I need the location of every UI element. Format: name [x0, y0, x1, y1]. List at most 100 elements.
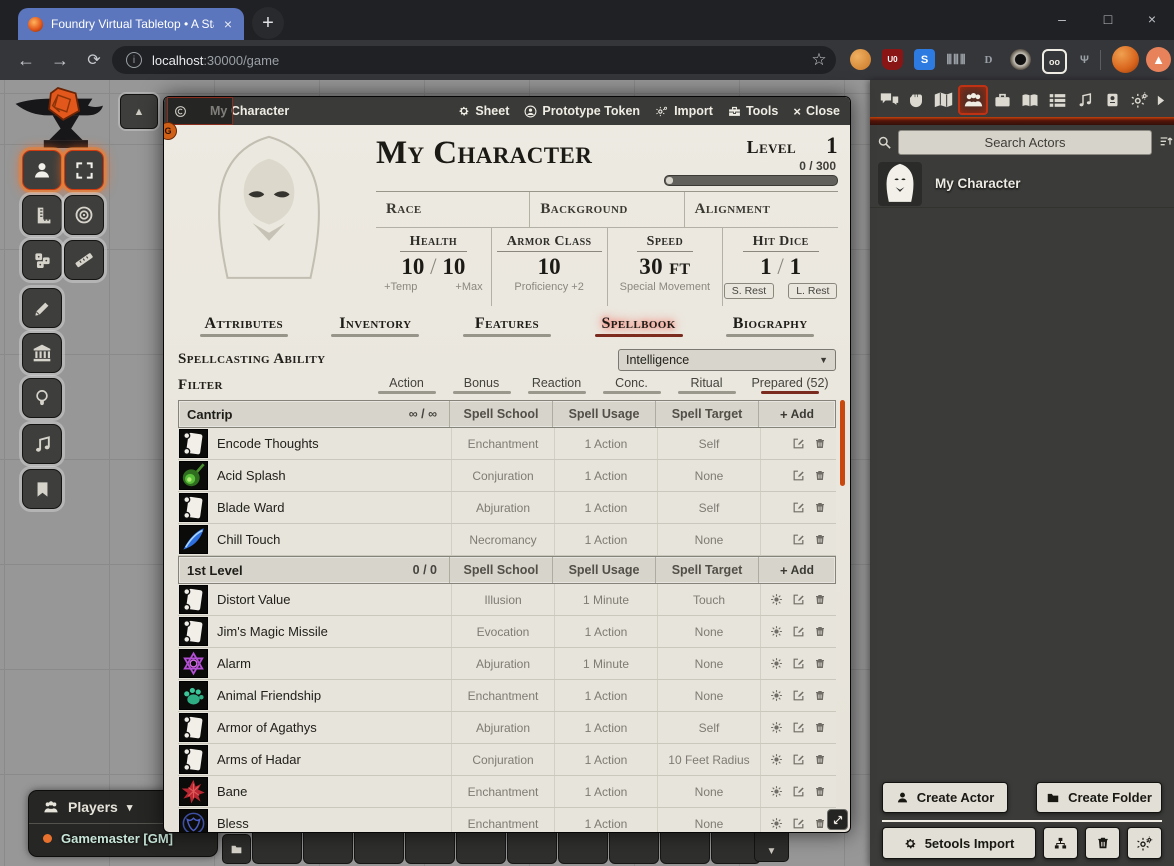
edit-spell-icon[interactable] [792, 533, 805, 546]
spell-name[interactable]: Alarm [217, 656, 251, 671]
tab-scenes[interactable] [931, 87, 957, 113]
spell-artwork-icon[interactable] [179, 713, 208, 742]
prepare-spell-icon[interactable] [770, 657, 783, 670]
hp-max[interactable]: 10 [442, 254, 465, 279]
spell-name-cell[interactable]: Alarm [178, 648, 451, 679]
create-actor-button[interactable]: Create Actor [882, 782, 1008, 813]
token-tool-button[interactable] [22, 150, 62, 190]
edit-spell-icon[interactable] [792, 501, 805, 514]
alignment-field[interactable]: Alignment [684, 192, 838, 227]
spell-name[interactable]: Arms of Hadar [217, 752, 301, 767]
extension-d-icon[interactable]: D [978, 49, 999, 70]
sheet-button[interactable]: Sheet [458, 104, 509, 119]
edit-spell-icon[interactable] [792, 721, 805, 734]
extension-oo-icon[interactable]: oo [1042, 49, 1067, 74]
tab-compendium[interactable] [1099, 87, 1125, 113]
edit-spell-icon[interactable] [792, 689, 805, 702]
character-portrait[interactable] [178, 129, 360, 309]
collapse-controls-button[interactable]: ▲ [120, 94, 158, 129]
actor-list-item[interactable]: My Character [870, 160, 1174, 208]
edit-spell-icon[interactable] [792, 657, 805, 670]
filter-reaction[interactable]: Reaction [519, 376, 594, 394]
spell-name-cell[interactable]: Acid Splash [178, 460, 451, 491]
sheet-scrollbar-thumb[interactable] [840, 400, 845, 486]
spell-name[interactable]: Bane [217, 784, 247, 799]
tab-journal[interactable] [1017, 87, 1043, 113]
drawing-tool-button[interactable] [22, 288, 62, 328]
actor-avatar[interactable] [878, 162, 922, 206]
race-field[interactable]: Race [376, 201, 529, 218]
filter-conc-[interactable]: Conc. [594, 376, 669, 394]
import-button[interactable]: Import [655, 104, 713, 119]
bookmark-star-icon[interactable]: ☆ [806, 48, 832, 72]
ac-value[interactable]: 10 [492, 254, 607, 280]
delete-spell-icon[interactable] [814, 689, 826, 702]
spell-name-cell[interactable]: Bless [178, 808, 451, 833]
edit-spell-icon[interactable] [792, 817, 805, 830]
extension-cookie-icon[interactable] [850, 49, 871, 70]
spell-artwork-icon[interactable] [179, 745, 208, 774]
section-slots[interactable]: 0 / 0 [413, 557, 449, 583]
spell-name[interactable]: Jim's Magic Missile [217, 624, 328, 639]
filter-bonus[interactable]: Bonus [444, 376, 519, 394]
xp-text[interactable]: 0 / 300 [658, 159, 836, 173]
browser-update-icon[interactable]: ▲ [1146, 47, 1171, 72]
level-value[interactable]: 1 [826, 133, 838, 159]
extension-s-icon[interactable]: S [914, 49, 935, 70]
spell-artwork-icon[interactable] [179, 809, 208, 833]
extension-sliders-icon[interactable]: ⦀⦀⦀ [946, 49, 967, 70]
prepare-spell-icon[interactable] [770, 593, 783, 606]
hd-max[interactable]: 1 [790, 254, 802, 279]
notes-tool-button[interactable] [22, 469, 62, 509]
delete-spell-icon[interactable] [814, 753, 826, 766]
edit-spell-icon[interactable] [792, 469, 805, 482]
filter-prepared-52-[interactable]: Prepared (52) [744, 376, 836, 394]
tab-spellbook[interactable]: Spellbook [573, 313, 705, 346]
sounds-tool-button[interactable] [22, 424, 62, 464]
lighting-tool-button[interactable] [22, 378, 62, 418]
delete-spell-icon[interactable] [814, 501, 826, 514]
background-field[interactable]: Background [529, 192, 683, 227]
spell-artwork-icon[interactable] [179, 617, 208, 646]
spell-name-cell[interactable]: Chill Touch [178, 524, 451, 555]
extension-ublock-icon[interactable]: U0 [882, 49, 903, 70]
5etools-import-button[interactable]: 5etools Import [882, 827, 1036, 859]
delete-spell-icon[interactable] [814, 469, 826, 482]
delete-spell-icon[interactable] [814, 625, 826, 638]
tab-inventory[interactable]: Inventory [310, 313, 442, 346]
short-rest-button[interactable]: S. Rest [724, 283, 774, 299]
prototype-token-button[interactable]: Prototype Token [524, 104, 640, 119]
forward-button[interactable]: → [46, 48, 74, 72]
spell-artwork-icon[interactable] [179, 649, 208, 678]
filter-action[interactable]: Action [369, 376, 444, 394]
site-info-icon[interactable]: i [126, 52, 142, 68]
section-slots[interactable]: ∞ / ∞ [409, 401, 449, 427]
spell-name[interactable]: Armor of Agathys [217, 720, 317, 735]
spell-name-cell[interactable]: Armor of Agathys [178, 712, 451, 743]
back-button[interactable]: ← [12, 48, 40, 72]
tab-attributes[interactable]: Attributes [178, 313, 310, 346]
ruler-diagonal-tool-button[interactable] [64, 240, 104, 280]
folder-tree-button[interactable] [1043, 827, 1078, 859]
spell-artwork-icon[interactable] [179, 493, 208, 522]
spellcasting-ability-select[interactable]: Intelligence ▼ [618, 349, 836, 371]
target-tool-button[interactable] [64, 195, 104, 235]
spell-name[interactable]: Bless [217, 816, 249, 831]
special-movement-label[interactable]: Special Movement [608, 281, 723, 293]
spell-name-cell[interactable]: Jim's Magic Missile [178, 616, 451, 647]
delete-spell-icon[interactable] [814, 817, 826, 830]
sort-icon[interactable] [1158, 134, 1174, 150]
delete-spell-icon[interactable] [814, 657, 826, 670]
spell-name-cell[interactable]: Bane [178, 776, 451, 807]
spell-name[interactable]: Distort Value [217, 592, 290, 607]
spell-name-cell[interactable]: Arms of Hadar [178, 744, 451, 775]
hp-temp-label[interactable]: +Temp [384, 281, 417, 293]
filter-ritual[interactable]: Ritual [669, 376, 744, 394]
add-spell-button[interactable]: +Add [758, 401, 835, 427]
edit-spell-icon[interactable] [792, 753, 805, 766]
tab-actors[interactable] [958, 85, 988, 115]
settings-gears-button[interactable] [1127, 827, 1162, 859]
hp-tempmax-label[interactable]: +Max [455, 281, 482, 293]
macro-folder-button[interactable] [222, 834, 251, 864]
sidebar-collapse-icon[interactable] [1154, 87, 1168, 113]
